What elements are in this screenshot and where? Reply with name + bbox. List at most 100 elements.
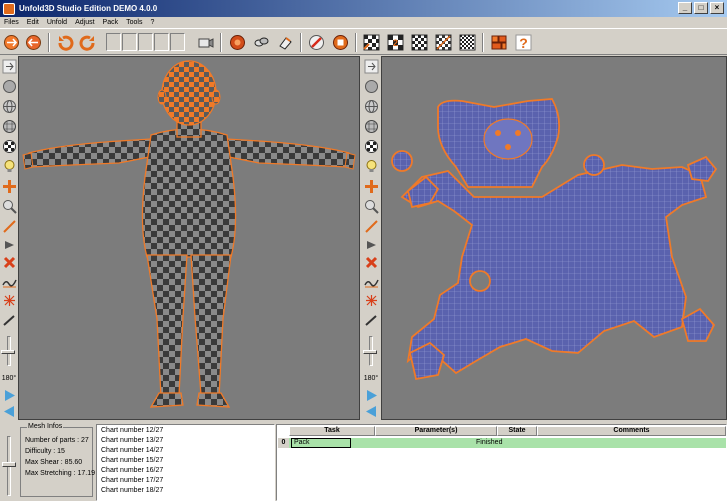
empty-slot-1 — [106, 33, 121, 51]
uv-layout-view — [391, 98, 718, 381]
maximize-button[interactable]: □ — [694, 2, 708, 14]
light-bulb-icon[interactable] — [363, 158, 380, 175]
select-brush-icon[interactable] — [363, 198, 380, 215]
comments-cell — [538, 438, 718, 448]
play-left-icon[interactable] — [1, 403, 18, 420]
uv-viewport[interactable] — [381, 56, 727, 420]
empty-slot-4 — [154, 33, 169, 51]
main-toolbar: 2 ? — [0, 28, 727, 55]
column-header-state[interactable]: State — [497, 426, 537, 436]
checker-sphere-icon[interactable] — [363, 138, 380, 155]
erase-tool-icon[interactable] — [307, 33, 326, 52]
uv-chart-hand-right — [686, 155, 718, 182]
column-header-comments[interactable]: Comments — [537, 426, 726, 436]
zigzag-tool-icon[interactable] — [1, 274, 18, 291]
row-index: 0 — [278, 438, 289, 448]
mesh-sphere-icon[interactable] — [363, 118, 380, 135]
right-view-toolbar: 180° — [362, 56, 380, 420]
open-file-icon[interactable] — [2, 33, 21, 52]
mesh-infos-groupbox: Mesh Infos Number of parts : 27 Difficul… — [20, 423, 96, 497]
minimize-button[interactable]: _ — [678, 2, 692, 14]
left-zoom-slider-thumb[interactable] — [1, 350, 15, 354]
3d-viewport[interactable] — [18, 56, 360, 420]
window-controls: _ □ × — [678, 2, 724, 14]
menu-unfold[interactable]: Unfold — [43, 19, 71, 26]
menu-help[interactable]: ? — [146, 19, 158, 26]
uv-face-center — [483, 118, 533, 160]
mesh-parts: Number of parts : 27 — [25, 437, 89, 444]
uv-chart-body — [400, 164, 708, 375]
spider-tool-icon[interactable] — [363, 292, 380, 309]
menu-tools[interactable]: Tools — [122, 19, 146, 26]
camera-icon[interactable] — [196, 33, 215, 52]
left-angle-label: 180° — [1, 375, 17, 382]
play-right-icon[interactable] — [1, 387, 18, 404]
checker-fine-icon[interactable] — [434, 33, 453, 52]
mesh-max-stretching: Max Stretching : 17.19 — [25, 470, 96, 477]
delete-x-icon[interactable] — [1, 254, 18, 271]
log-line: Chart number 12/27 — [101, 427, 164, 434]
column-header-task[interactable]: Task — [289, 426, 375, 436]
triangle-icon[interactable] — [1, 236, 18, 253]
move-cross-icon[interactable] — [1, 178, 18, 195]
empty-slot-2 — [122, 33, 137, 51]
save-file-icon[interactable] — [24, 33, 43, 52]
svg-text:2: 2 — [393, 38, 398, 48]
help-icon[interactable]: ? — [514, 33, 533, 52]
menu-adjust[interactable]: Adjust — [71, 19, 98, 26]
log-line: Chart number 13/27 — [101, 437, 164, 444]
arrow-right-icon[interactable] — [363, 58, 380, 75]
play-right-icon[interactable] — [363, 387, 380, 404]
column-header-parameters[interactable]: Parameter(s) — [375, 426, 497, 436]
svg-text:?: ? — [519, 35, 528, 51]
redo-icon[interactable] — [78, 33, 97, 52]
right-zoom-slider-thumb[interactable] — [363, 350, 377, 354]
edge-select-icon[interactable] — [363, 218, 380, 235]
close-button[interactable]: × — [710, 2, 724, 14]
mesh-difficulty: Difficulty : 15 — [25, 448, 65, 455]
zigzag-tool-icon[interactable] — [363, 274, 380, 291]
brush-stroke-icon[interactable] — [363, 312, 380, 329]
checker-sphere-icon[interactable] — [1, 138, 18, 155]
character-3d-view — [22, 60, 356, 408]
checker-medium-icon[interactable] — [410, 33, 429, 52]
spider-tool-icon[interactable] — [1, 292, 18, 309]
undo-icon[interactable] — [56, 33, 75, 52]
chart-log-list[interactable]: Chart number 12/27 Chart number 13/27 Ch… — [96, 424, 275, 501]
wire-sphere-icon[interactable] — [363, 98, 380, 115]
arrow-right-icon[interactable] — [1, 58, 18, 75]
brush-stroke-icon[interactable] — [1, 312, 18, 329]
log-line: Chart number 16/27 — [101, 467, 164, 474]
weld-tool-icon[interactable] — [276, 33, 295, 52]
log-line: Chart number 18/27 — [101, 487, 164, 494]
log-line: Chart number 14/27 — [101, 447, 164, 454]
checker-tiny-icon[interactable] — [458, 33, 477, 52]
mesh-infos-panel: Mesh Infos Number of parts : 27 Difficul… — [18, 422, 96, 501]
mesh-sphere-icon[interactable] — [1, 118, 18, 135]
uv-chart-eye-left — [391, 150, 413, 172]
checker-numbered-icon[interactable]: 2 — [386, 33, 405, 52]
delete-x-icon[interactable] — [363, 254, 380, 271]
shaded-sphere-icon[interactable] — [363, 78, 380, 95]
move-cross-icon[interactable] — [363, 178, 380, 195]
menu-edit[interactable]: Edit — [23, 19, 43, 26]
edge-select-icon[interactable] — [1, 218, 18, 235]
wire-sphere-icon[interactable] — [1, 98, 18, 115]
light-bulb-icon[interactable] — [1, 158, 18, 175]
unfold-sphere-icon[interactable] — [228, 33, 247, 52]
table-row[interactable]: Pack Finished — [278, 438, 726, 448]
play-left-icon[interactable] — [363, 403, 380, 420]
character-head — [157, 60, 221, 126]
unfold3d-app-window: Unfold3D Studio Edition DEMO 4.0.0 _ □ ×… — [0, 0, 727, 501]
log-line: Chart number 17/27 — [101, 477, 164, 484]
shaded-sphere-icon[interactable] — [1, 78, 18, 95]
menu-pack[interactable]: Pack — [99, 19, 123, 26]
cut-tool-icon[interactable] — [252, 33, 271, 52]
state-cell: Finished — [476, 439, 503, 446]
pack-charts-icon[interactable] — [490, 33, 509, 52]
select-brush-icon[interactable] — [1, 198, 18, 215]
checker-small-icon[interactable] — [362, 33, 381, 52]
stop-tool-icon[interactable] — [331, 33, 350, 52]
menu-files[interactable]: Files — [0, 19, 23, 26]
triangle-icon[interactable] — [363, 236, 380, 253]
